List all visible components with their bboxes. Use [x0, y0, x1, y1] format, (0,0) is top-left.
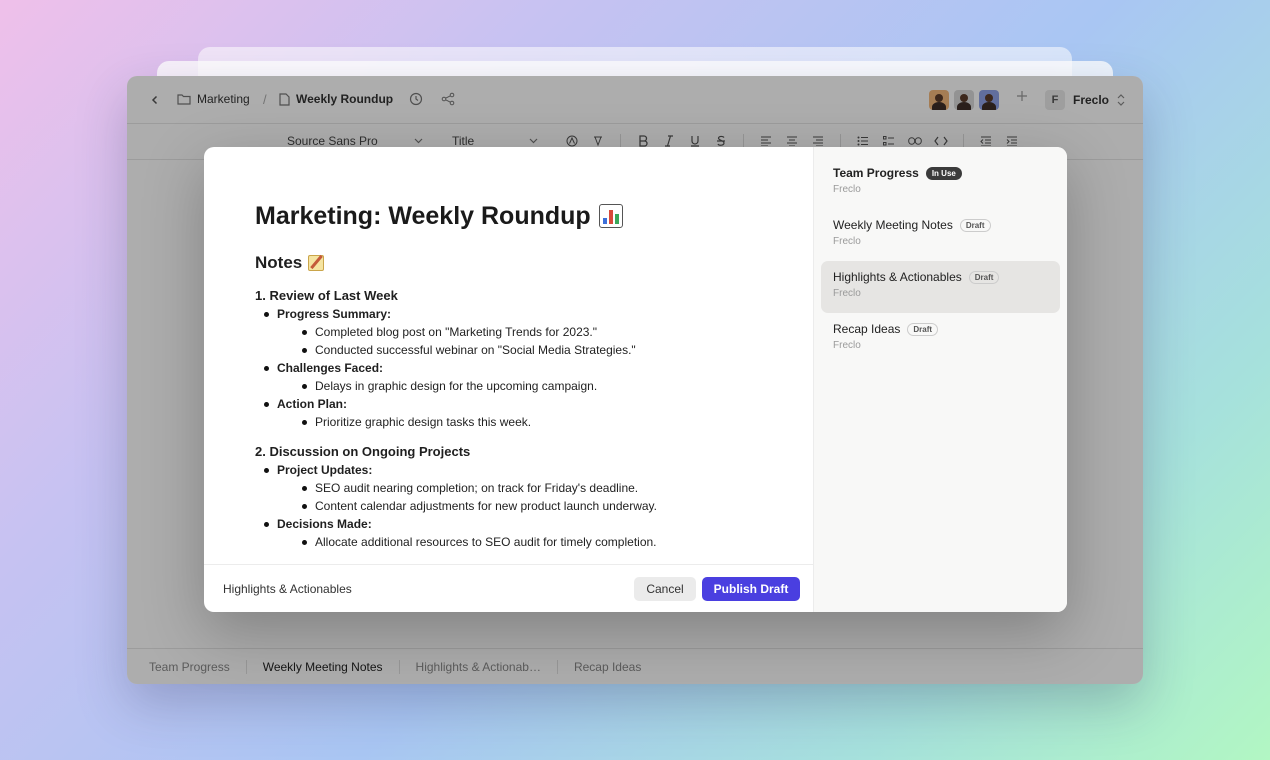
status-badge: Draft [968, 270, 1000, 284]
status-badge: In Use [925, 166, 962, 180]
list-item-label: Decisions Made: [277, 517, 372, 531]
template-owner: Freclo [833, 184, 861, 195]
modal-footer: Highlights & Actionables Cancel Publish … [204, 564, 813, 612]
list-item-label: Action Plan: [277, 397, 348, 411]
template-preview-modal: Marketing: Weekly Roundup Notes 1. Revie… [204, 147, 1067, 612]
list-item: Project Updates: SEO audit nearing compl… [263, 461, 813, 515]
template-name: Weekly Meeting Notes [833, 218, 953, 232]
template-name: Highlights & Actionables [833, 270, 962, 284]
sub-list: Delays in graphic design for the upcomin… [277, 377, 813, 395]
section-review: 1. Review of Last Week Progress Summary:… [255, 287, 813, 431]
template-owner: Freclo [833, 288, 861, 299]
bar-chart-icon [598, 204, 623, 228]
list-item: Delays in graphic design for the upcomin… [301, 377, 813, 395]
list-item: Decisions Made: Allocate additional reso… [263, 515, 813, 551]
template-item-highlights-actionables[interactable]: Highlights & Actionables Draft Freclo [821, 261, 1060, 313]
notes-heading: Notes [255, 251, 813, 275]
list-item: SEO audit nearing completion; on track f… [301, 479, 813, 497]
cancel-button[interactable]: Cancel [634, 576, 696, 601]
list-item: Content calendar adjustments for new pro… [301, 497, 813, 515]
list-item-label: Challenges Faced: [277, 361, 384, 375]
sub-list: SEO audit nearing completion; on track f… [277, 479, 813, 515]
section-heading: 2. Discussion on Ongoing Projects [255, 444, 471, 459]
sub-list: Prioritize graphic design tasks this wee… [277, 413, 813, 431]
template-item-weekly-meeting-notes[interactable]: Weekly Meeting Notes Draft Freclo [821, 209, 1060, 261]
notes-heading-text: Notes [255, 253, 303, 272]
template-item-recap-ideas[interactable]: Recap Ideas Draft Freclo [821, 313, 1060, 365]
section-list: Project Updates: SEO audit nearing compl… [255, 461, 813, 551]
template-owner: Freclo [833, 340, 861, 351]
list-item-label: Project Updates: [277, 463, 373, 477]
document-preview: Marketing: Weekly Roundup Notes 1. Revie… [204, 147, 813, 564]
selected-template-label: Highlights & Actionables [223, 581, 352, 596]
list-item: Conducted successful webinar on "Social … [301, 341, 813, 359]
list-item: Action Plan: Prioritize graphic design t… [263, 395, 813, 431]
status-badge: Draft [907, 322, 939, 336]
document-title-text: Marketing: Weekly Roundup [255, 201, 591, 230]
list-item: Progress Summary: Completed blog post on… [263, 305, 813, 359]
document-title: Marketing: Weekly Roundup [255, 199, 813, 233]
list-item: Completed blog post on "Marketing Trends… [301, 323, 813, 341]
list-item: Challenges Faced: Delays in graphic desi… [263, 359, 813, 395]
section-heading: 1. Review of Last Week [255, 288, 398, 303]
template-name: Recap Ideas [833, 322, 901, 336]
list-item: Prioritize graphic design tasks this wee… [301, 413, 813, 431]
memo-icon [308, 255, 325, 271]
list-item: Allocate additional resources to SEO aud… [301, 533, 813, 551]
template-name: Team Progress [833, 166, 919, 180]
template-owner: Freclo [833, 236, 861, 247]
template-item-team-progress[interactable]: Team Progress In Use Freclo [821, 157, 1060, 209]
status-badge: Draft [959, 218, 991, 232]
list-item-label: Progress Summary: [277, 307, 392, 321]
sub-list: Completed blog post on "Marketing Trends… [277, 323, 813, 359]
publish-draft-button[interactable]: Publish Draft [702, 576, 800, 601]
section-list: Progress Summary: Completed blog post on… [255, 305, 813, 431]
sub-list: Allocate additional resources to SEO aud… [277, 533, 813, 551]
section-ongoing-projects: 2. Discussion on Ongoing Projects Projec… [255, 443, 813, 551]
template-list: Team Progress In Use Freclo Weekly Meeti… [813, 147, 1067, 612]
